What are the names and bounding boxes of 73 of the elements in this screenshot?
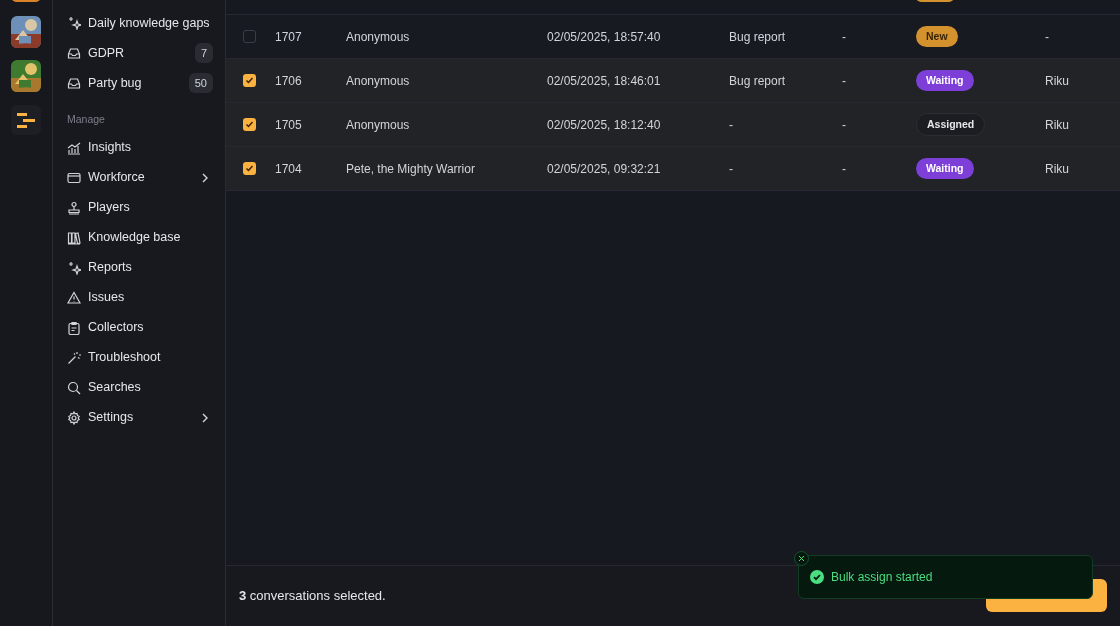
table-cell: 02/05/2025, 09:32:21 [547, 161, 661, 176]
table-cell: 02/05/2025, 18:12:40 [547, 117, 661, 132]
table-cell: 02/05/2025, 18:57:40 [547, 29, 661, 44]
table-cell: Riku [1045, 73, 1069, 88]
table-cell: Riku [1045, 161, 1069, 176]
table-cell: Anonymous [346, 117, 410, 132]
table-cell: Bug report [729, 73, 786, 88]
sparkles-icon [67, 16, 81, 30]
status-badge: New [916, 25, 958, 48]
checkbox[interactable] [243, 30, 256, 43]
sidebar-item[interactable]: GDPR 7 [65, 38, 213, 68]
search-icon [67, 380, 81, 395]
check-icon [245, 120, 254, 129]
check-icon [245, 76, 254, 85]
inbox-icon [67, 76, 81, 90]
table-cell: Anonymous [346, 73, 410, 88]
table-cell: Bug report [729, 29, 786, 44]
chart-icon [67, 140, 81, 155]
table-cell: - [842, 73, 846, 88]
success-check-icon [810, 570, 824, 584]
selection-summary: 3 conversations selected. [239, 587, 386, 606]
checkbox[interactable] [243, 74, 256, 87]
logo-icon[interactable] [11, 105, 41, 135]
wand-icon [67, 350, 81, 365]
settings-icon [67, 410, 81, 425]
count-badge: 50 [188, 72, 213, 94]
count-badge: 7 [194, 42, 213, 64]
inbox-icon [67, 46, 81, 60]
books-icon [67, 230, 81, 245]
status-badge: Waiting [916, 69, 974, 92]
sidebar-item[interactable]: Party bug 50 [65, 68, 213, 98]
table-cell: 1704 [275, 161, 302, 176]
status-badge: Waiting [916, 157, 974, 180]
sidebar-item[interactable]: Reports [65, 252, 213, 283]
sidebar-item[interactable]: Troubleshoot [65, 342, 213, 373]
table-cell: 1705 [275, 117, 302, 132]
table-row[interactable]: 1704 Pete, the Mighty Warrior 02/05/2025, 09:32:21 - - Waiting Riku [226, 147, 1120, 191]
table-row[interactable]: 1705 Anonymous 02/05/2025, 18:12:40 - - Assigned Riku [226, 103, 1120, 147]
sidebar-item[interactable]: Settings [65, 402, 213, 433]
section-title: Manage [66, 112, 106, 127]
check-icon [245, 164, 254, 173]
table-cell: - [842, 117, 846, 132]
checkbox[interactable] [243, 162, 256, 175]
table-cell: - [729, 117, 733, 132]
table-cell: Pete, the Mighty Warrior [346, 161, 475, 176]
table-cell: Anonymous [346, 29, 410, 44]
table-row[interactable]: 1706 Anonymous 02/05/2025, 18:46:01 Bug report - Waiting Riku [226, 59, 1120, 103]
sidebar-item[interactable]: Knowledge base [65, 222, 213, 253]
close-icon [798, 555, 805, 562]
sidebar-item[interactable]: Collectors [65, 312, 213, 343]
table-cell: - [842, 29, 846, 44]
sidebar-item[interactable]: Players [65, 192, 213, 223]
table-cell: - [729, 161, 733, 176]
clipboard-icon [67, 320, 81, 335]
toast-message: Bulk assign started [831, 569, 933, 586]
sidebar-item[interactable]: Searches [65, 372, 213, 403]
sidebar-item[interactable]: Issues [65, 282, 213, 313]
table-cell: - [842, 161, 846, 176]
table-cell: 1707 [275, 29, 302, 44]
checkbox[interactable] [243, 118, 256, 131]
table-cell: 1706 [275, 73, 302, 88]
window-icon [67, 170, 81, 185]
status-badge: Assigned [916, 112, 986, 137]
table-cell: Riku [1045, 117, 1069, 132]
sparkles-icon [67, 260, 81, 275]
sidebar-item[interactable]: Workforce [65, 162, 213, 193]
sidebar-item[interactable]: Insights [65, 132, 213, 163]
table-cell: 02/05/2025, 18:46:01 [547, 73, 661, 88]
sidebar-item[interactable]: Daily knowledge gaps [65, 8, 213, 38]
warning-icon [67, 290, 81, 305]
stamp-icon [67, 200, 81, 215]
close-button[interactable] [794, 551, 809, 566]
table-cell: - [1045, 29, 1049, 44]
